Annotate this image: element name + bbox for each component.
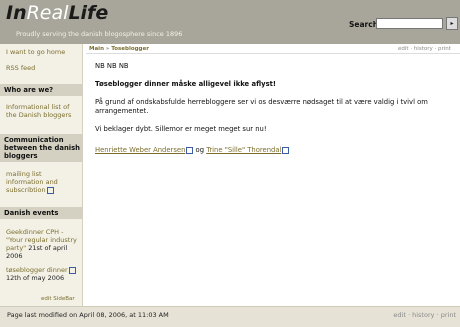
author-link-henriette[interactable]: Henriette Weber Andersen — [95, 146, 185, 154]
author-link-trine[interactable]: Trine "Sille" Thorendal — [206, 146, 281, 154]
sidebar-link-rss[interactable]: RSS feed — [6, 64, 35, 72]
search-label: Search — [349, 20, 379, 29]
site-tagline: Proudly serving the danish blogosphere s… — [16, 30, 183, 38]
edit-link-top[interactable]: edit — [398, 46, 409, 52]
footer: Page last modified on April 08, 2006, at… — [0, 306, 460, 327]
external-link-icon — [186, 146, 194, 154]
action-sep: · — [436, 311, 439, 319]
content-paragraph-1: På grund af ondskabsfulde herrebloggere … — [95, 98, 428, 115]
external-link-icon — [46, 186, 54, 194]
authors-conjunction: og — [195, 146, 205, 154]
event-link-toseblogger[interactable]: tøseblogger dinner — [6, 266, 68, 274]
content-paragraph-2: Vi beklager dybt. Sillemor er meget mege… — [95, 125, 267, 133]
sidebar-heading-who: Who are we? — [0, 84, 82, 96]
action-sep: · — [410, 46, 413, 52]
history-link-top[interactable]: history — [414, 46, 433, 52]
sidebar: I want to go home RSS feed Who are we? I… — [0, 44, 83, 306]
logo-part-3: Life — [68, 2, 109, 24]
breadcrumb-separator: » — [105, 46, 110, 52]
print-link-bottom[interactable]: print — [441, 311, 456, 319]
edit-link-bottom[interactable]: edit — [393, 311, 405, 319]
sidebar-event-geekdinner: Geekdinner CPH - "Your regular industry … — [6, 228, 78, 260]
sidebar-link-mailing-list[interactable]: mailing list information and subscribtio… — [6, 170, 78, 194]
header: InRealLife Proudly serving the danish bl… — [0, 0, 460, 44]
page-content: NB NB NB Tøseblogger dinner måske allige… — [95, 62, 450, 155]
sidebar-heading-communication: Communication between the danish blogger… — [0, 134, 82, 162]
content-authors: Henriette Weber Andersen og Trine "Sille… — [95, 146, 450, 155]
last-modified: Page last modified on April 08, 2006, at… — [7, 311, 169, 319]
sidebar-link-bloggers-list[interactable]: Informational list of the Danish blogger… — [6, 103, 78, 119]
edit-sidebar-link[interactable]: edit SideBar — [41, 296, 75, 302]
divider — [86, 53, 460, 54]
breadcrumb: Main » Toseblogger — [89, 46, 149, 52]
action-sep: · — [434, 46, 437, 52]
search-button[interactable]: ▸ — [446, 17, 458, 30]
print-link-top[interactable]: print — [438, 46, 451, 52]
action-sep: · — [407, 311, 411, 319]
sidebar-heading-events: Danish events — [0, 207, 82, 219]
event-date-toseblogger: 12th of may 2006 — [6, 274, 65, 282]
sidebar-event-toseblogger: tøseblogger dinner 12th of may 2006 — [6, 266, 78, 282]
content-line-nb: NB NB NB — [95, 62, 129, 70]
external-link-icon — [282, 146, 290, 154]
page-actions-top: edit · history · print — [398, 46, 451, 52]
logo-part-2: Real — [26, 2, 69, 24]
page-actions-bottom: edit · history · print — [393, 311, 456, 319]
logo-part-1: In — [6, 2, 27, 24]
content-heading: Tøseblogger dinner måske alligevel ikke … — [95, 80, 276, 88]
breadcrumb-main[interactable]: Main — [89, 46, 104, 52]
breadcrumb-current[interactable]: Toseblogger — [111, 46, 149, 52]
sidebar-link-home[interactable]: I want to go home — [6, 48, 65, 56]
site-logo[interactable]: InRealLife — [6, 2, 108, 24]
history-link-bottom[interactable]: history — [412, 311, 434, 319]
search-input[interactable] — [376, 18, 443, 29]
external-link-icon — [68, 266, 76, 274]
